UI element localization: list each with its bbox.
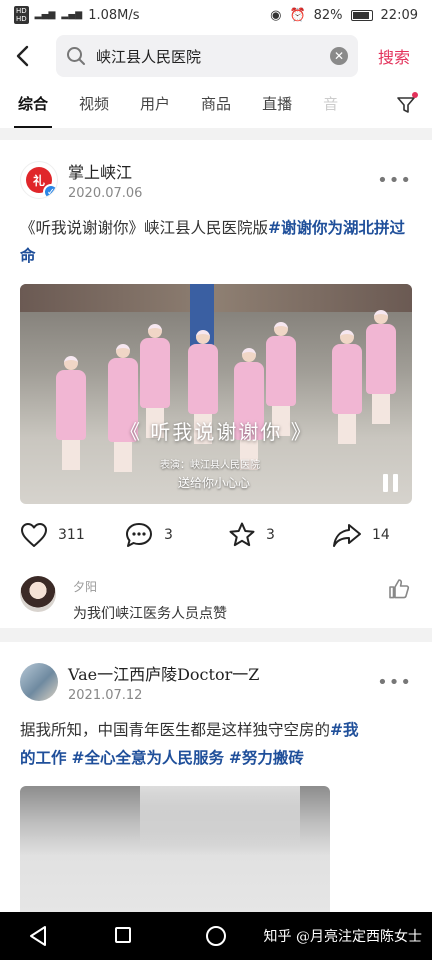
video-scene-sign [20,284,412,312]
post-text[interactable]: 《听我说谢谢你》峡江县人民医院版#谢谢你为湖北拼过命 [20,214,412,270]
system-nav-bar: 知乎 @月亮注定西陈女士 [0,912,432,960]
search-button[interactable]: 搜索 [378,44,410,68]
results-feed: 礼 ✓ 掌上峡江 2020.07.06 ••• 《听我说谢谢你》峡江县人民医院版… [0,140,432,960]
search-query: 峡江县人民医院 [96,47,202,66]
avatar[interactable] [20,663,58,701]
nav-home-icon[interactable] [206,926,226,946]
heart-icon [21,523,47,547]
filter-badge [412,92,418,98]
more-options-icon[interactable]: ••• [377,672,412,693]
commenter-name: 夕阳 [73,580,98,594]
post-header: Vae一江西庐陵Doctor一Z 2021.07.12 ••• [20,642,412,704]
share-count: 14 [372,527,390,543]
tab-music[interactable]: 音 [323,82,338,128]
hashtag-link[interactable]: #努力搬砖 [229,748,304,767]
battery-percent: 82% [313,7,343,23]
category-tabs: 综合 视频 用户 商品 直播 音 [0,82,432,128]
author-name[interactable]: Vae一江西庐陵Doctor一Z [68,661,259,685]
video-performer: 表演：峡江县人民医院 [160,460,260,471]
favorite-count: 3 [266,527,275,543]
nav-back-icon[interactable] [28,925,48,947]
favorite-button[interactable]: 3 [228,521,332,549]
post-card[interactable]: Vae一江西庐陵Doctor一Z 2021.07.12 ••• 据我所知，中国青… [0,642,432,960]
comment-icon [126,523,152,547]
search-bar: 峡江县人民医院 ✕ 搜索 [0,30,432,82]
hashtag-link[interactable]: #我 [330,720,359,739]
alarm-icon: ⏰ [289,7,306,23]
post-date: 2020.07.06 [68,186,143,201]
signal-icon-2: ▂▄▆ [61,10,83,20]
nurse-figure [332,330,362,450]
network-speed: 1.08M/s [88,7,140,23]
light-beam [140,786,300,846]
tab-video[interactable]: 视频 [79,82,109,128]
search-input[interactable]: 峡江县人民医院 ✕ [56,35,358,77]
commenter-avatar[interactable] [20,576,56,612]
back-button[interactable] [0,34,44,78]
tab-products[interactable]: 商品 [201,82,231,128]
post-body: 《听我说谢谢你》峡江县人民医院版 [20,219,269,237]
verified-icon: ✓ [43,184,57,198]
tab-users[interactable]: 用户 [140,82,170,128]
comment-count: 3 [164,527,173,543]
back-arrow-icon [16,45,29,67]
video-title-overlay: 《 听我说谢谢你 》 [120,420,313,444]
tab-live[interactable]: 直播 [262,82,292,128]
post-header: 礼 ✓ 掌上峡江 2020.07.06 ••• [20,140,412,202]
battery-icon [350,9,373,21]
comment-text: 为我们峡江医务人员点赞 [73,606,227,622]
video-caption: 送给你小心心 [178,476,251,490]
post-card[interactable]: 礼 ✓ 掌上峡江 2020.07.06 ••• 《听我说谢谢你》峡江县人民医院版… [0,140,432,628]
hashtag-link[interactable]: 的工作 [20,748,67,767]
share-button[interactable]: 14 [332,522,390,548]
watermark: 知乎 @月亮注定西陈女士 [263,929,422,945]
post-body: 据我所知，中国青年医生都是这样独守空房的 [20,721,331,739]
filter-icon[interactable] [396,92,418,115]
hd-indicator: HD HD [14,6,29,24]
nurse-figure [56,356,86,476]
top-comment[interactable]: 夕阳 为我们峡江医务人员点赞 [20,576,412,623]
pause-icon[interactable] [383,474,398,492]
nav-recent-icon[interactable] [115,927,131,943]
tab-all[interactable]: 综合 [13,82,53,128]
author-name[interactable]: 掌上峡江 [68,159,142,183]
avatar[interactable]: 礼 ✓ [20,161,58,199]
signal-icon: ▂▄▆ [34,10,56,20]
nurse-figure [108,344,138,478]
like-count: 311 [58,527,85,543]
post-date: 2021.07.12 [68,688,143,703]
star-icon [229,522,255,547]
video-player[interactable]: 《 听我说谢谢你 》 表演：峡江县人民医院 送给你小心心 [20,284,412,504]
share-icon [333,524,361,547]
action-bar: 311 3 3 14 [20,506,412,564]
like-button[interactable]: 311 [20,522,124,548]
status-bar: HD HD ▂▄▆ ▂▄▆ 1.08M/s ◉ ⏰ 82% 22:09 [0,0,432,30]
clock: 22:09 [380,7,418,23]
search-icon [67,47,85,65]
thumbs-up-icon[interactable] [388,578,410,604]
post-text[interactable]: 据我所知，中国青年医生都是这样独守空房的#我 的工作 #全心全意为人民服务 #努… [20,716,412,772]
eye-icon: ◉ [270,7,282,23]
clear-icon[interactable]: ✕ [330,47,348,65]
comment-button[interactable]: 3 [124,521,228,549]
more-options-icon[interactable]: ••• [377,170,412,191]
nurse-figure [366,310,396,430]
hashtag-link[interactable]: #全心全意为人民服务 [71,748,224,767]
